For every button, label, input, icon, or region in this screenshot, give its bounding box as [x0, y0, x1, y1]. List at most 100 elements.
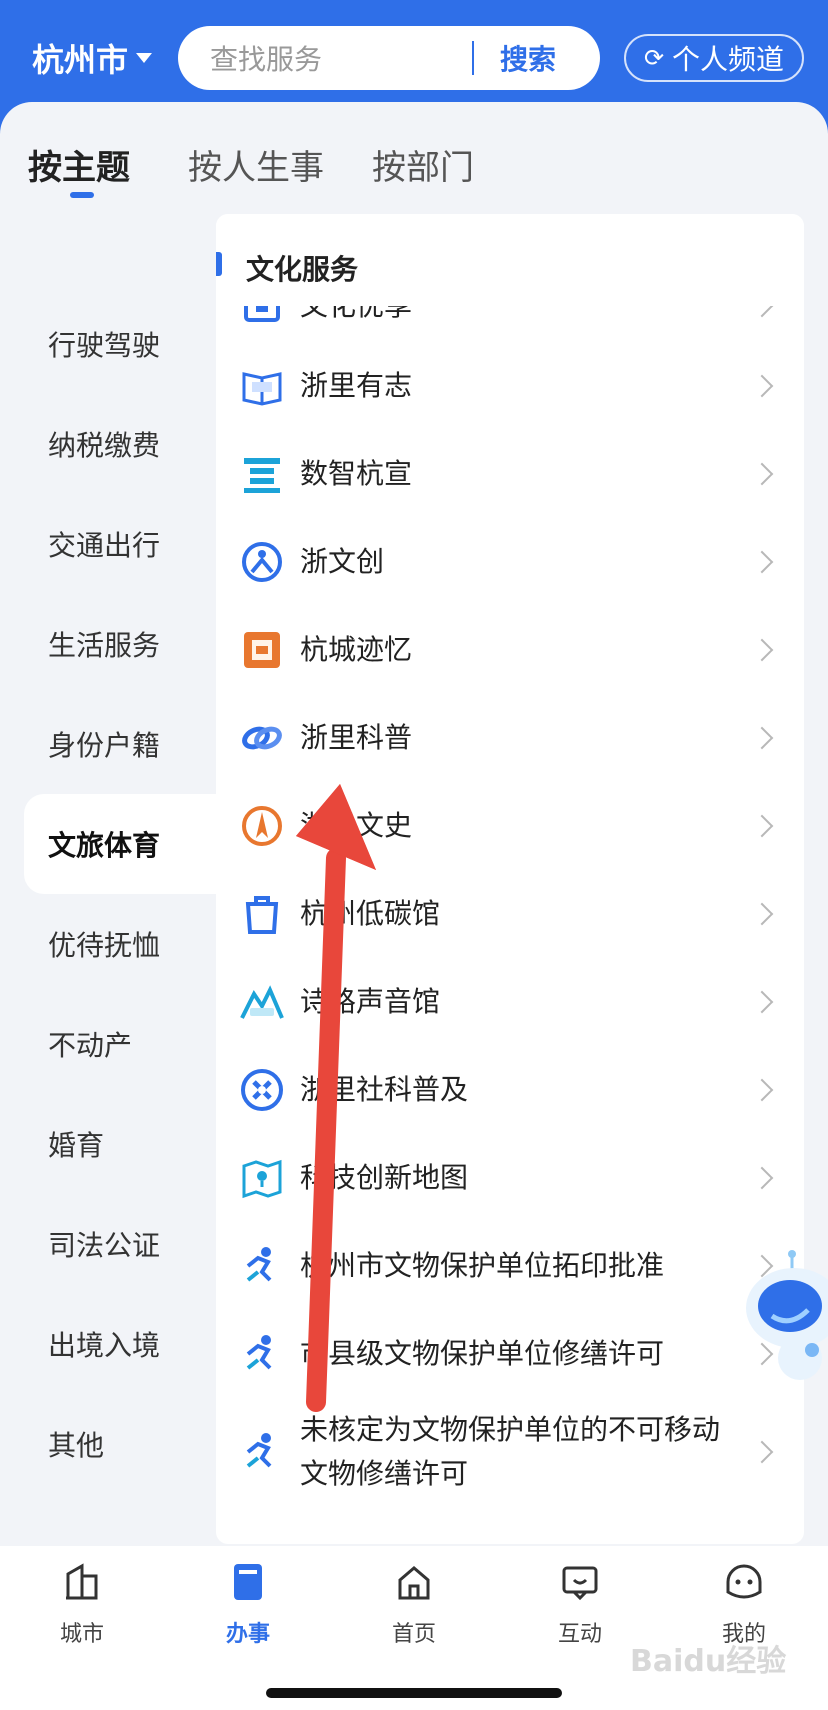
nav-city[interactable]: 城市: [22, 1562, 142, 1648]
sidebar-item-active[interactable]: 文旅体育: [24, 794, 216, 894]
service-row[interactable]: 诗路声音馆: [216, 958, 804, 1046]
sidebar-item[interactable]: 出境入境: [24, 1294, 216, 1394]
sidebar-item-label: 司法公证: [48, 1229, 161, 1262]
home-icon: [398, 1566, 430, 1600]
chevron-right-icon: [750, 550, 774, 574]
watermark: Baidu经验: [630, 1644, 787, 1679]
sidebar-item[interactable]: 优待抚恤: [24, 894, 216, 994]
runner-icon: [246, 1433, 272, 1468]
atom-icon: [241, 1069, 283, 1111]
xuan-icon: [244, 458, 280, 493]
section-marker: [216, 252, 222, 276]
sidebar-item[interactable]: 不动产: [24, 994, 216, 1094]
chevron-right-icon: [750, 1166, 774, 1190]
tab-by-life-event-label: 按人生事: [188, 148, 324, 188]
caret-down-icon: [136, 53, 153, 63]
service-label: 浙文创: [300, 545, 385, 578]
service-row[interactable]: 浙里有志: [216, 342, 804, 430]
city-label: 杭州市: [32, 41, 129, 79]
map-pin-icon: [242, 1159, 282, 1199]
sidebar-item[interactable]: 司法公证: [24, 1194, 216, 1294]
chevron-right-icon: [750, 990, 774, 1014]
refresh-icon: ⟳: [643, 44, 665, 72]
sidebar-item-label: 出境入境: [48, 1329, 161, 1362]
sidebar-item[interactable]: 行驶驾驶: [24, 294, 216, 394]
search-button[interactable]: 搜索: [500, 38, 556, 78]
nav-interact-label: 互动: [557, 1622, 602, 1647]
service-label: 数智杭宣: [300, 457, 413, 490]
service-label: 诗路声音馆: [300, 985, 441, 1018]
service-label: 杭州低碳馆: [300, 897, 441, 930]
nav-city-label: 城市: [59, 1622, 104, 1647]
service-row[interactable]: 浙里文史: [216, 782, 804, 870]
service-label: 浙里社科普及: [300, 1073, 469, 1106]
mountain-icon: [240, 985, 284, 1019]
nav-home-label: 首页: [391, 1622, 436, 1647]
bag-icon: [245, 896, 279, 934]
chevron-right-icon: [750, 462, 774, 486]
sidebar-item[interactable]: 婚育: [24, 1094, 216, 1194]
compass-icon: [242, 806, 282, 846]
chevron-right-icon: [750, 1078, 774, 1102]
home-indicator: [266, 1688, 562, 1698]
service-panel: 文化服务 文化优享 浙里有志 数智杭宣 浙文创 杭城迹忆: [216, 214, 804, 1544]
bottom-nav: 城市 办事 首页 互动 我的 Baidu经验: [0, 1546, 828, 1710]
service-row[interactable]: 市县级文物保护单位修缮许可: [216, 1310, 804, 1398]
tab-by-life-event[interactable]: 按人生事: [188, 140, 324, 189]
service-label: 浙里科普: [300, 721, 413, 754]
service-row[interactable]: 杭州低碳馆: [216, 870, 804, 958]
nav-interact[interactable]: 互动: [520, 1562, 640, 1648]
sidebar-item[interactable]: 生活服务: [24, 594, 216, 694]
service-label: 未核定为文物保护单位的不可移动文物修缮许可: [300, 1413, 721, 1490]
nav-home[interactable]: 首页: [354, 1562, 474, 1648]
service-row[interactable]: 科技创新地图: [216, 1134, 804, 1222]
category-tabs: 按主题 按人生事 按部门: [0, 140, 828, 220]
personal-channel-button[interactable]: ⟳ 个人频道: [624, 34, 804, 82]
chevron-right-icon: [750, 726, 774, 750]
service-row[interactable]: 未核定为文物保护单位的不可移动文物修缮许可: [216, 1398, 804, 1506]
service-row[interactable]: 浙里社科普及: [216, 1046, 804, 1134]
sidebar-item[interactable]: 交通出行: [24, 494, 216, 594]
search-divider: [472, 41, 474, 75]
sidebar-item-label: 婚育: [48, 1129, 105, 1162]
sidebar-item-label: 行驶驾驶: [48, 329, 161, 362]
tab-by-department[interactable]: 按部门: [372, 140, 474, 189]
search-input[interactable]: 查找服务: [210, 38, 472, 78]
service-row[interactable]: 浙里科普: [216, 694, 804, 782]
sidebar-item-label: 优待抚恤: [48, 929, 161, 962]
main-sheet: 按主题 按人生事 按部门 行驶驾驶 纳税缴费 交通出行 生活服务 身份户籍 文旅…: [0, 102, 828, 1710]
search-bar[interactable]: 查找服务 搜索: [178, 26, 600, 90]
service-row[interactable]: 浙文创: [216, 518, 804, 606]
nav-services[interactable]: 办事: [188, 1562, 308, 1648]
sidebar-item-label: 身份户籍: [48, 729, 161, 762]
sidebar-item-label: 交通出行: [48, 529, 161, 562]
assistant-robot-icon[interactable]: [742, 1248, 828, 1408]
chevron-right-icon: [750, 902, 774, 926]
service-label: 科技创新地图: [300, 1161, 469, 1194]
memory-icon: [244, 632, 280, 668]
service-row[interactable]: 杭城迹忆: [216, 606, 804, 694]
tab-by-department-label: 按部门: [372, 148, 474, 188]
sidebar-item[interactable]: 纳税缴费: [24, 394, 216, 494]
sidebar-item-label: 生活服务: [48, 629, 161, 662]
chat-icon: [562, 1566, 598, 1601]
book-icon: [242, 372, 282, 406]
top-bar: 杭州市 查找服务 搜索 ⟳ 个人频道: [0, 0, 828, 112]
sidebar-item[interactable]: 其他: [24, 1394, 216, 1494]
chevron-right-icon: [750, 814, 774, 838]
panel-header: 文化服务: [216, 214, 804, 306]
section-title: 文化服务: [246, 253, 359, 286]
service-label: 市县级文物保护单位修缮许可: [300, 1337, 665, 1370]
person-circle-icon: [242, 542, 282, 582]
service-row[interactable]: 杭州市文物保护单位拓印批准: [216, 1222, 804, 1310]
book-fill-icon: [234, 1564, 262, 1600]
city-selector[interactable]: 杭州市: [32, 36, 153, 80]
sidebar-item-label: 文旅体育: [48, 829, 161, 862]
sidebar-item[interactable]: 身份户籍: [24, 694, 216, 794]
service-label: 浙里有志: [300, 369, 413, 402]
tab-by-theme[interactable]: 按主题: [28, 140, 130, 198]
service-row[interactable]: 数智杭宣: [216, 430, 804, 518]
chevron-right-icon: [750, 374, 774, 398]
nav-services-label: 办事: [225, 1622, 270, 1647]
face-icon: [726, 1564, 762, 1599]
